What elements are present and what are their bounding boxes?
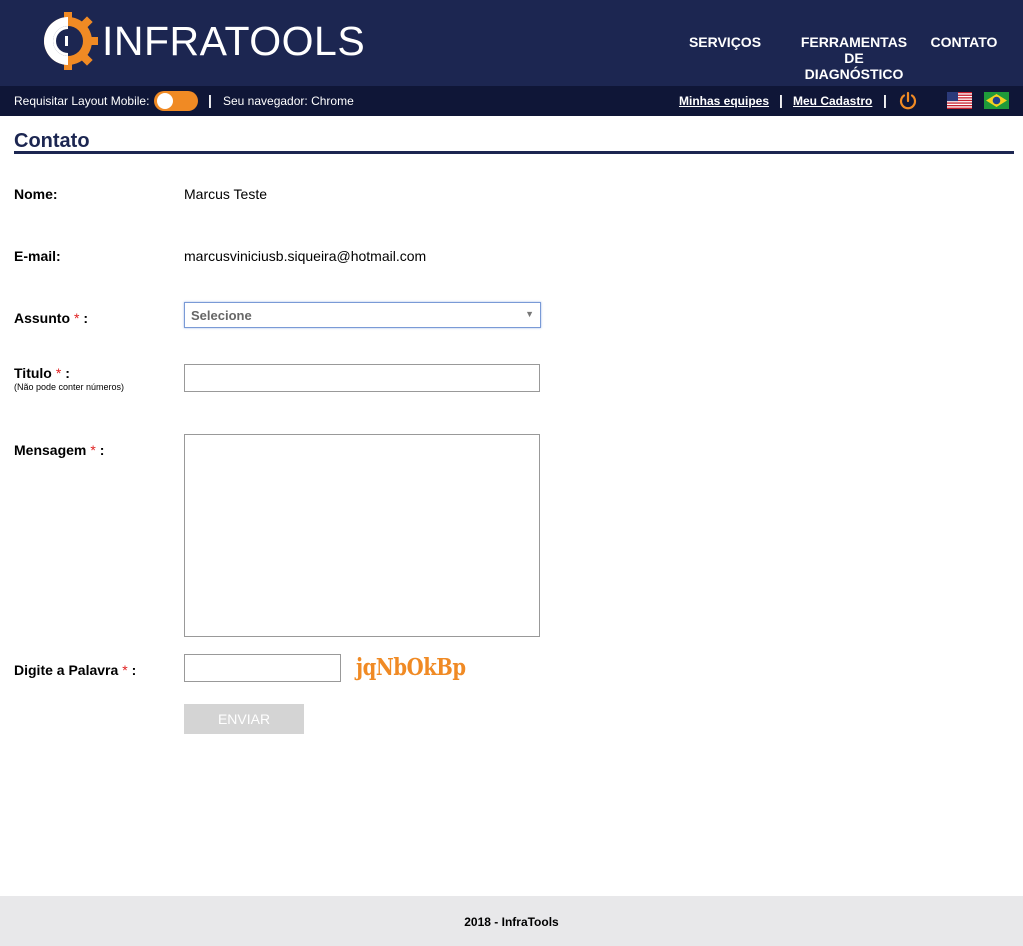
nav-servicos[interactable]: SERVIÇOS xyxy=(684,34,766,50)
label-colon: : xyxy=(99,442,105,458)
separator: | xyxy=(208,92,212,108)
palavra-label-text: Digite a Palavra xyxy=(14,662,119,678)
separator: | xyxy=(779,92,783,108)
required-mark: * xyxy=(55,365,62,381)
user-toolbar: Requisitar Layout Mobile: | Seu navegado… xyxy=(0,86,1023,116)
toggle-knob xyxy=(157,93,173,109)
assunto-label-text: Assunto xyxy=(14,310,70,326)
us-flag-icon[interactable] xyxy=(947,92,972,109)
title-divider xyxy=(14,151,1014,154)
nome-value: Marcus Teste xyxy=(184,186,267,202)
required-mark: * xyxy=(74,310,80,326)
separator: | xyxy=(883,92,887,108)
nav-ferramentas-diagnostico[interactable]: FERRAMENTAS DE DIAGNÓSTICO xyxy=(794,34,914,82)
nav-ferramentas-label-line2: DE xyxy=(844,50,864,66)
nome-label: Nome: xyxy=(14,186,58,202)
mensagem-label: Mensagem * : xyxy=(14,442,104,458)
label-colon: : xyxy=(131,662,137,678)
palavra-label: Digite a Palavra * : xyxy=(14,662,136,678)
meu-cadastro-link[interactable]: Meu Cadastro xyxy=(793,94,872,108)
nav-ferramentas-label-line1: FERRAMENTAS xyxy=(800,34,908,50)
captcha-image: jqNbOkBp xyxy=(356,654,466,681)
mensagem-textarea[interactable] xyxy=(184,434,540,637)
mensagem-label-text: Mensagem xyxy=(14,442,87,458)
titulo-input[interactable] xyxy=(184,364,540,392)
mobile-layout-toggle[interactable] xyxy=(154,91,198,111)
infratools-logo[interactable]: INFRATOOLS xyxy=(38,12,365,70)
footer-text: 2018 - InfraTools xyxy=(464,915,559,929)
page-title: Contato xyxy=(14,130,90,152)
captcha-input[interactable] xyxy=(184,654,341,682)
assunto-label: Assunto * : xyxy=(14,310,88,326)
chevron-down-icon: ▼ xyxy=(525,309,534,319)
required-mark: * xyxy=(122,662,128,678)
label-colon: : xyxy=(83,310,89,326)
email-label: E-mail: xyxy=(14,248,61,264)
footer: 2018 - InfraTools xyxy=(0,896,1023,946)
nav-contato[interactable]: CONTATO xyxy=(926,34,1002,50)
nav-servicos-label: SERVIÇOS xyxy=(688,34,762,50)
titulo-label: Titulo * : xyxy=(14,365,70,381)
email-value: marcusviniciusb.siqueira@hotmail.com xyxy=(184,248,427,264)
mobile-layout-label: Requisitar Layout Mobile: xyxy=(14,94,150,108)
assunto-select[interactable]: Selecione ▼ xyxy=(184,302,541,328)
top-header: INFRATOOLS SERVIÇOS FERRAMENTAS DE DIAGN… xyxy=(0,0,1023,86)
gear-logo-icon xyxy=(44,12,98,70)
br-flag-icon[interactable] xyxy=(984,92,1009,109)
power-icon[interactable] xyxy=(898,91,918,111)
nav-ferramentas-label-line3: DIAGNÓSTICO xyxy=(804,66,904,82)
logo-text: INFRATOOLS xyxy=(102,18,366,64)
assunto-selected-value: Selecione xyxy=(191,308,252,323)
enviar-button[interactable]: ENVIAR xyxy=(184,704,304,734)
titulo-hint: (Não pode conter números) xyxy=(14,382,125,392)
required-mark: * xyxy=(90,442,96,458)
minhas-equipes-link[interactable]: Minhas equipes xyxy=(679,94,769,108)
browser-info: Seu navegador: Chrome xyxy=(223,94,354,108)
titulo-label-text: Titulo xyxy=(14,365,52,381)
label-colon: : xyxy=(65,365,70,381)
nav-contato-label: CONTATO xyxy=(930,34,998,50)
